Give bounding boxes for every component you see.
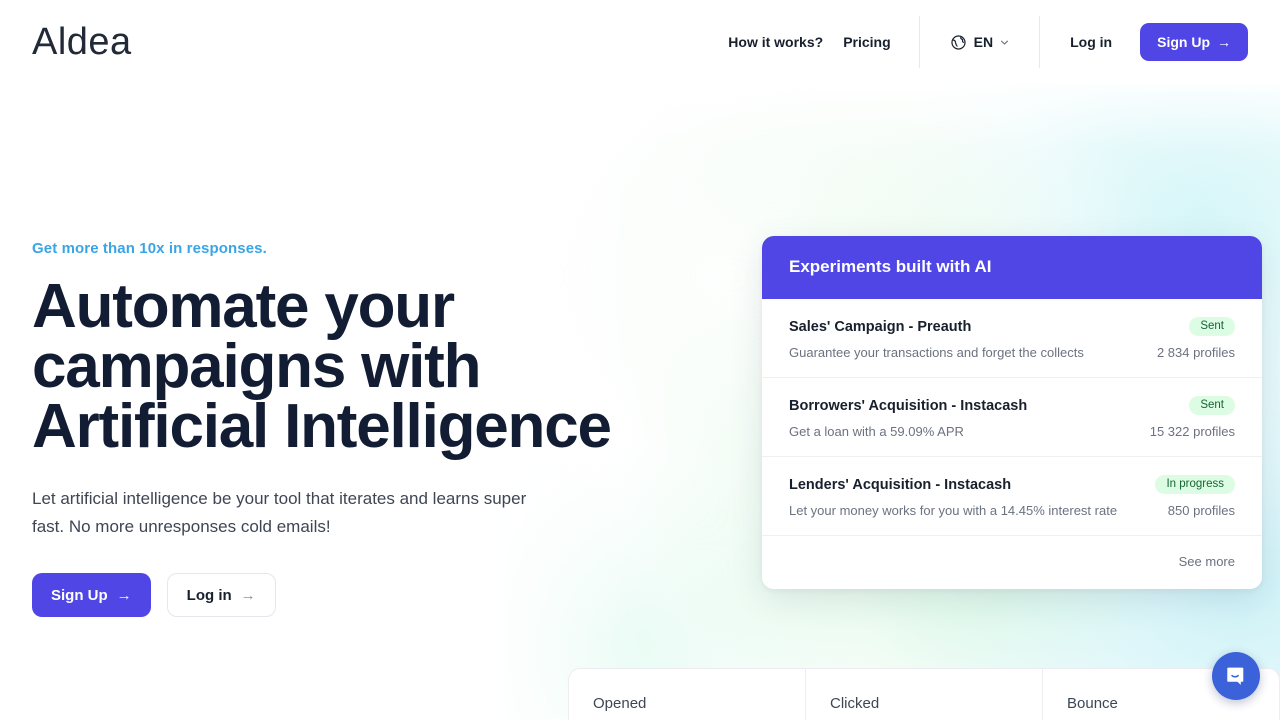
experiment-description: Let your money works for you with a 14.4… xyxy=(789,503,1118,518)
arrow-right-icon: → xyxy=(240,586,256,604)
hero-login-button[interactable]: Log in → xyxy=(166,573,276,617)
hero-subtext: Let artificial intelligence be your tool… xyxy=(32,489,527,536)
stat-column-clicked: Clicked xyxy=(806,669,1043,720)
hero-login-label: Log in xyxy=(186,586,232,604)
globe-icon xyxy=(950,34,967,51)
site-header: Aldea How it works? Pricing EN Log in Si… xyxy=(0,0,1280,84)
experiment-row-top: Lenders' Acquisition - Instacash In prog… xyxy=(789,475,1235,494)
header-signup-button[interactable]: Sign Up → xyxy=(1140,23,1248,61)
stats-card: Opened Clicked Bounce xyxy=(568,668,1280,720)
chat-bubble-icon xyxy=(1224,664,1248,688)
table-row[interactable]: Lenders' Acquisition - Instacash In prog… xyxy=(762,457,1262,536)
experiments-card-footer: See more xyxy=(762,536,1262,589)
page-title: Automate your campaigns with Artificial … xyxy=(32,272,612,461)
primary-nav: How it works? Pricing xyxy=(728,34,918,50)
header-signup-label: Sign Up xyxy=(1157,34,1210,50)
table-row[interactable]: Borrowers' Acquisition - Instacash Sent … xyxy=(762,378,1262,457)
header-login-link[interactable]: Log in xyxy=(1040,34,1140,50)
status-badge: In progress xyxy=(1155,475,1235,494)
chat-launcher-button[interactable] xyxy=(1212,652,1260,700)
experiment-profile-count: 850 profiles xyxy=(1167,503,1235,518)
experiments-card: Experiments built with AI Sales' Campaig… xyxy=(762,236,1262,589)
see-more-link[interactable]: See more xyxy=(1179,554,1235,569)
nav-item-pricing[interactable]: Pricing xyxy=(843,34,890,50)
stat-label: Opened xyxy=(593,695,647,712)
status-badge: Sent xyxy=(1189,396,1235,415)
hero-signup-button[interactable]: Sign Up → xyxy=(32,573,151,617)
arrow-right-icon: → xyxy=(116,586,132,604)
table-row[interactable]: Sales' Campaign - Preauth Sent Guarantee… xyxy=(762,299,1262,378)
nav-item-how-it-works[interactable]: How it works? xyxy=(728,34,823,50)
experiment-row-top: Borrowers' Acquisition - Instacash Sent xyxy=(789,396,1235,415)
experiment-title: Sales' Campaign - Preauth xyxy=(789,318,972,335)
stat-column-opened: Opened xyxy=(569,669,806,720)
arrow-right-icon: → xyxy=(1217,34,1231,50)
experiment-row-bottom: Let your money works for you with a 14.4… xyxy=(789,503,1235,518)
stat-label: Clicked xyxy=(830,695,880,712)
chevron-down-icon xyxy=(1000,38,1009,47)
experiment-description: Get a loan with a 59.09% APR xyxy=(789,424,964,439)
hero-signup-label: Sign Up xyxy=(51,586,108,604)
experiment-row-top: Sales' Campaign - Preauth Sent xyxy=(789,317,1235,336)
experiment-profile-count: 2 834 profiles xyxy=(1156,345,1235,360)
experiments-card-header: Experiments built with AI xyxy=(762,236,1262,299)
experiment-row-bottom: Get a loan with a 59.09% APR 15 322 prof… xyxy=(789,424,1235,439)
language-code: EN xyxy=(973,34,994,50)
brand-logo[interactable]: Aldea xyxy=(32,23,132,61)
header-right-group: How it works? Pricing EN Log in Sign Up … xyxy=(728,16,1248,68)
experiment-title: Lenders' Acquisition - Instacash xyxy=(789,476,1012,493)
language-selector[interactable]: EN xyxy=(920,34,1039,51)
experiment-row-bottom: Guarantee your transactions and forget t… xyxy=(789,345,1235,360)
status-badge: Sent xyxy=(1189,317,1235,336)
experiment-profile-count: 15 322 profiles xyxy=(1149,424,1235,439)
experiment-title: Borrowers' Acquisition - Instacash xyxy=(789,397,1028,414)
experiment-description: Guarantee your transactions and forget t… xyxy=(789,345,1084,360)
